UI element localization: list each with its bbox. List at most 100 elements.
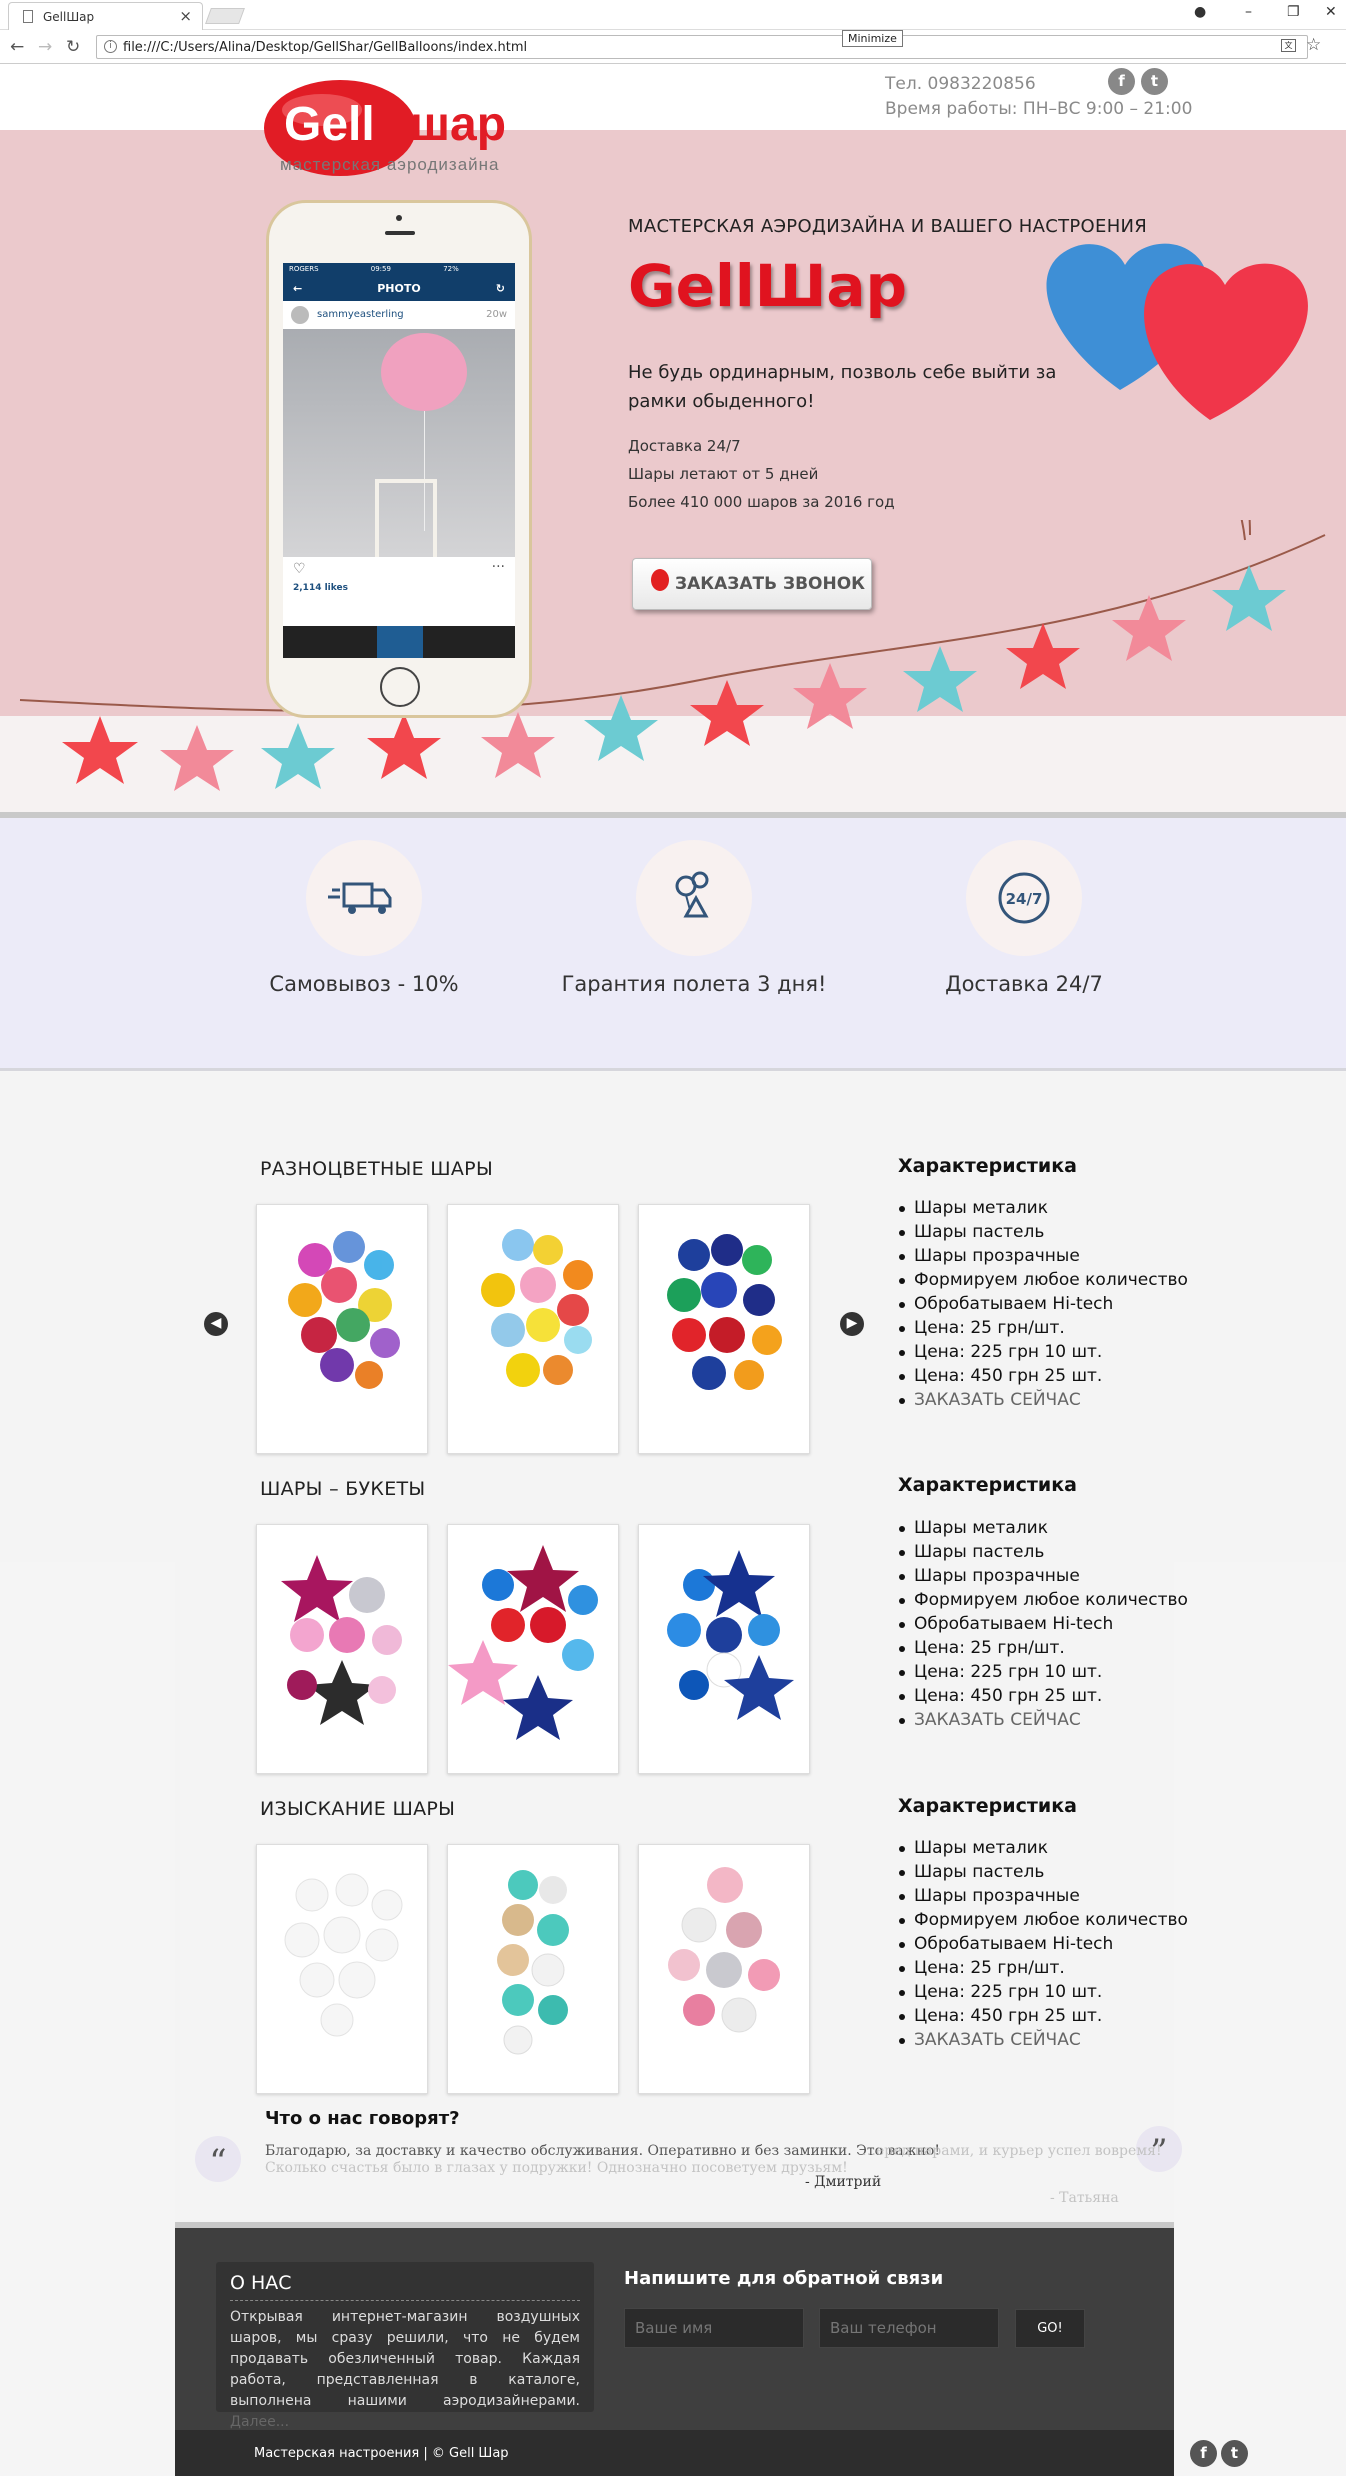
product-card[interactable] — [256, 1524, 428, 1774]
product-card[interactable] — [256, 1844, 428, 2094]
phone-nav-bar: ← PHOTO ↻ — [283, 277, 515, 301]
about-text: Открывая интернет-магазин воздушных шаро… — [230, 2307, 580, 2433]
hero-kicker: МАСТЕРСКАЯ АЭРОДИЗАЙНА И ВАШЕГО НАСТРОЕН… — [628, 216, 1148, 237]
about-title: О НАС — [230, 2272, 580, 2301]
order-now-link[interactable]: ЗАКАЗАТЬ СЕЙЧАС — [898, 1388, 1188, 1412]
review-author: - Дмитрий — [805, 2174, 882, 2190]
spec-list: Шары металик Шары пастель Шары прозрачны… — [898, 1836, 1188, 2052]
spec-item: Цена: 25 грн/шт. — [898, 1956, 1188, 1980]
phone-likes: 2,114 likes — [293, 583, 348, 593]
browser-toolbar: ← → ↻ i file:///C:/Users/Alina/Desktop/G… — [0, 30, 1346, 64]
product-card[interactable] — [638, 1204, 810, 1454]
product-card[interactable] — [447, 1524, 619, 1774]
close-window-button[interactable]: ✕ — [1325, 4, 1337, 20]
balloon-bouquet-image — [448, 1545, 598, 1740]
balloon-bouquet-image — [284, 1873, 403, 2037]
spec-item: Цена: 225 грн 10 шт. — [898, 1980, 1188, 2004]
url-text: file:///C:/Users/Alina/Desktop/GellShar/… — [123, 40, 528, 55]
spec-item: Шары металик — [898, 1516, 1188, 1540]
catalog-title-multicolor: РАЗНОЦВЕТНЫЕ ШАРЫ — [260, 1158, 494, 1180]
minimize-button[interactable]: – — [1245, 4, 1252, 20]
product-card[interactable] — [447, 1844, 619, 2094]
phone-post-actions: ♡ ··· — [283, 557, 515, 583]
order-now-link[interactable]: ЗАКАЗАТЬ СЕЙЧАС — [898, 1708, 1188, 1732]
catalog-title-bouquets: ШАРЫ – БУКЕТЫ — [260, 1478, 426, 1500]
close-tab-icon[interactable]: × — [179, 7, 192, 25]
feature-label: Гарантия полета 3 дня! — [561, 972, 827, 996]
svg-text:Gell: Gell — [284, 98, 375, 151]
hero-fact-duration: Шары летают от 5 дней — [628, 465, 819, 483]
feature-label: Доставка 24/7 — [945, 972, 1103, 996]
phone-tab-bar — [283, 626, 515, 658]
spec-list: Шары металик Шары пастель Шары прозрачны… — [898, 1196, 1188, 1412]
spec-item: Шары пастель — [898, 1860, 1188, 1884]
review-author: - Татьяна — [1050, 2190, 1119, 2206]
balloon-bouquet-image — [481, 1229, 593, 1387]
spec-item: Цена: 225 грн 10 шт. — [898, 1660, 1188, 1684]
phone-balloon — [381, 333, 467, 411]
product-card[interactable] — [256, 1204, 428, 1454]
spec-list: Шары металик Шары пастель Шары прозрачны… — [898, 1516, 1188, 1732]
page-info-icon[interactable]: i — [104, 40, 117, 53]
tab-title: GellШар — [43, 10, 95, 24]
profile-icon[interactable]: ● — [1194, 4, 1206, 20]
balloon-bouquet-image — [667, 1550, 794, 1720]
reload-icon[interactable]: ↻ — [66, 37, 80, 57]
spec-item: Шары металик — [898, 1196, 1188, 1220]
phone-chair — [375, 479, 437, 557]
feature-pickup: Самовывоз - 10% — [199, 840, 529, 996]
review-text: Благодарю, за доставку и качество обслуж… — [265, 2143, 940, 2159]
balloons-icon — [636, 840, 752, 956]
carousel-next-button[interactable]: ▶ — [840, 1312, 864, 1336]
back-icon[interactable]: ← — [10, 37, 24, 57]
svg-text:шар: шар — [410, 98, 506, 151]
svg-text:24/7: 24/7 — [1006, 890, 1043, 908]
product-card[interactable] — [638, 1524, 810, 1774]
translate-icon[interactable]: 文 — [1281, 39, 1296, 52]
browser-tab[interactable]: GellШар × — [8, 2, 203, 30]
read-more-link[interactable]: Далее... — [230, 2414, 289, 2430]
spec-title: Характеристика — [898, 1795, 1077, 1817]
restore-button[interactable]: ❐ — [1287, 4, 1300, 20]
phone-post-photo — [283, 329, 515, 557]
phone-heart-icon: ♡ — [293, 561, 306, 577]
order-now-link[interactable]: ЗАКАЗАТЬ СЕЙЧАС — [898, 2028, 1188, 2052]
phone-input[interactable] — [819, 2308, 999, 2348]
spec-item: Цена: 225 грн 10 шт. — [898, 1340, 1188, 1364]
about-body: Открывая интернет-магазин воздушных шаро… — [230, 2309, 580, 2409]
twitter-icon[interactable]: t — [1221, 2440, 1248, 2467]
carousel-prev-button[interactable]: ◀ — [204, 1312, 228, 1336]
facebook-icon[interactable]: f — [1108, 68, 1135, 95]
name-input[interactable] — [624, 2308, 804, 2348]
document-icon — [23, 10, 33, 23]
new-tab-button[interactable] — [205, 8, 245, 24]
order-call-label: ЗАКАЗАТЬ ЗВОНОК — [675, 574, 866, 594]
phone-active-tab — [377, 626, 423, 658]
about-box: О НАС Открывая интернет-магазин воздушны… — [216, 2262, 594, 2430]
product-card[interactable] — [638, 1844, 810, 2094]
phone-camera — [396, 215, 402, 221]
forward-icon[interactable]: → — [38, 37, 52, 57]
spec-item: Шары пастель — [898, 1540, 1188, 1564]
review-text: Сколько счастья было в глазах у подружки… — [265, 2160, 848, 2176]
truck-icon — [306, 840, 422, 956]
gellshar-logo: Gell шар мастерская аэродизайна — [264, 80, 506, 176]
bookmark-star-icon[interactable]: ☆ — [1306, 35, 1321, 55]
send-button[interactable]: GO! — [1015, 2309, 1085, 2348]
twitter-icon[interactable]: t — [1141, 68, 1168, 95]
product-card[interactable] — [447, 1204, 619, 1454]
spec-item: Шары прозрачные — [898, 1564, 1188, 1588]
phone-battery: 72% — [443, 265, 459, 273]
spec-item: Формируем любое количество — [898, 1268, 1188, 1292]
spec-item: Цена: 25 грн/шт. — [898, 1636, 1188, 1660]
review-text: …еред парами, и курьер успел вовремя! — [862, 2143, 1162, 2159]
phone-back-icon: ← — [293, 282, 303, 295]
facebook-icon[interactable]: f — [1190, 2440, 1217, 2467]
spec-item: Шары прозрачные — [898, 1244, 1188, 1268]
hero-title: GellШар — [628, 252, 908, 320]
order-call-button[interactable]: ЗАКАЗАТЬ ЗВОНОК — [632, 558, 872, 610]
spec-item: Шары пастель — [898, 1220, 1188, 1244]
svg-text:мастерская аэродизайна: мастерская аэродизайна — [280, 155, 500, 174]
address-bar[interactable]: i file:///C:/Users/Alina/Desktop/GellSha… — [96, 35, 1308, 59]
spec-item: Цена: 450 грн 25 шт. — [898, 2004, 1188, 2028]
